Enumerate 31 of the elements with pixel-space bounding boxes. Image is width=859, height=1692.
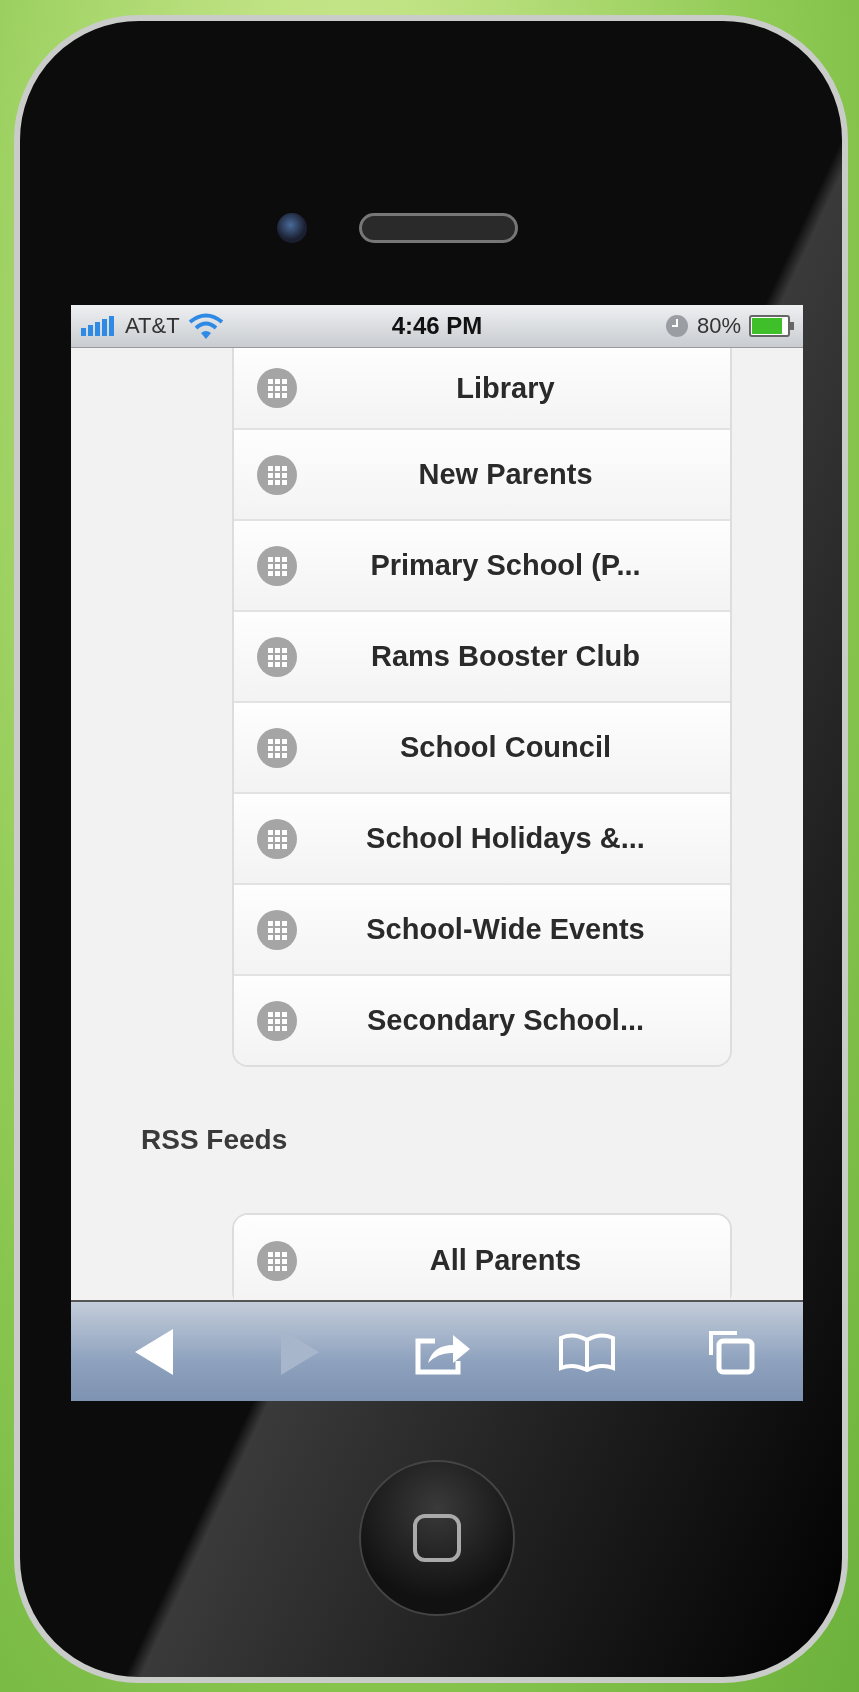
carrier-name: AT&T <box>125 313 180 339</box>
list-item[interactable]: Primary School (P... <box>234 519 730 610</box>
grid-icon <box>257 545 297 586</box>
grid-icon <box>257 636 297 677</box>
grid-icon <box>257 909 297 950</box>
list-item[interactable]: New Parents <box>234 428 730 519</box>
grid-icon <box>257 1000 297 1041</box>
list-item[interactable]: Secondary School... <box>234 974 730 1065</box>
list-item[interactable]: School-Wide Events <box>234 883 730 974</box>
grid-icon <box>257 1240 297 1281</box>
pages-icon[interactable] <box>707 1328 755 1375</box>
list-item[interactable]: School Holidays &... <box>234 792 730 883</box>
grid-icon <box>257 454 297 495</box>
clock-icon <box>664 314 689 338</box>
list-item[interactable]: Rams Booster Club <box>234 610 730 701</box>
grid-icon <box>257 818 297 859</box>
book-icon[interactable] <box>558 1331 616 1372</box>
square-icon <box>413 1514 461 1562</box>
camera-lens <box>277 213 307 243</box>
list-item[interactable]: Library <box>234 348 730 428</box>
battery-icon <box>749 315 795 337</box>
back-arrow-icon[interactable] <box>135 1328 175 1375</box>
section-heading: RSS Feeds <box>141 1123 289 1157</box>
status-time: 4:46 PM <box>391 312 483 340</box>
battery-percent: 80% <box>696 313 741 339</box>
list-item[interactable]: School Council <box>234 701 730 792</box>
signal-icon <box>81 316 117 336</box>
grid-icon <box>257 368 297 408</box>
list-item[interactable]: All Parents <box>234 1215 730 1300</box>
grid-icon <box>257 727 297 768</box>
wifi-icon <box>187 313 224 339</box>
